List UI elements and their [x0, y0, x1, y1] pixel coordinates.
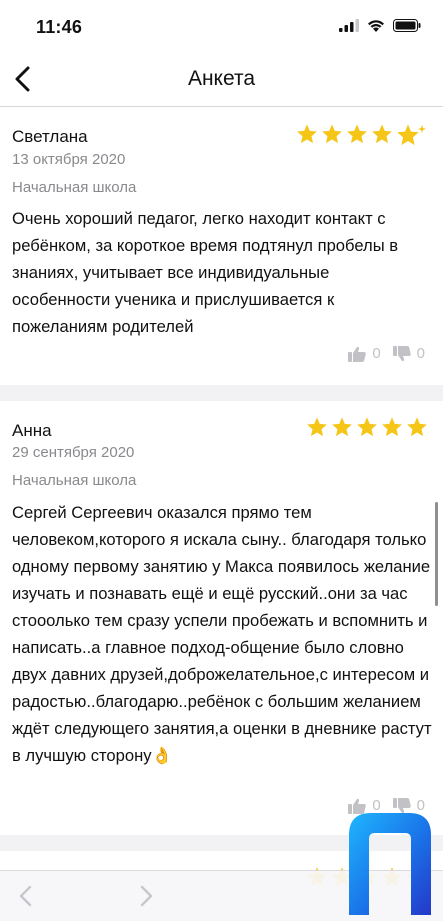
dislike-count: 0	[416, 345, 425, 362]
review-date: 29 сентября 2020	[12, 444, 135, 461]
page-title: Анкета	[187, 67, 256, 90]
status-icons	[339, 19, 421, 32]
status-bar: 11:46	[0, 0, 443, 56]
brand-logo-icon	[349, 813, 431, 915]
like-count: 0	[372, 345, 381, 362]
dislike-button[interactable]: 0	[392, 345, 425, 362]
review-votes: 0 0	[336, 345, 425, 362]
review-card: Анна 29 сентября 2020 Начальная школа Се…	[0, 401, 443, 835]
star-icon	[382, 417, 402, 437]
star-icon	[307, 417, 327, 437]
star-icon	[357, 417, 377, 437]
navigation-bar: Анкета	[0, 56, 443, 107]
battery-icon	[393, 19, 421, 32]
review-text: Сергей Сергеевич оказался прямо тем чело…	[12, 503, 432, 765]
rating-stars	[306, 416, 428, 438]
wifi-icon	[368, 20, 384, 32]
review-author: Анна	[12, 421, 52, 440]
like-button[interactable]: 0	[348, 345, 381, 362]
star-icon	[332, 417, 352, 437]
star-icon	[407, 417, 427, 437]
status-time: 11:46	[36, 17, 83, 37]
star-icon	[297, 124, 317, 144]
cellular-signal-icon	[339, 19, 359, 32]
review-date: 13 октября 2020	[12, 151, 126, 168]
review-category: Начальная школа	[12, 472, 137, 489]
review-category: Начальная школа	[12, 179, 137, 196]
star-icon	[372, 124, 392, 144]
star-sparkle-icon	[397, 124, 426, 145]
star-icon	[322, 124, 342, 144]
browser-back-icon[interactable]	[14, 883, 40, 909]
star-icon	[347, 124, 367, 144]
review-author: Светлана	[12, 127, 88, 146]
review-text: Очень хороший педагог, легко находит кон…	[12, 209, 399, 336]
thumbs-up-icon	[348, 346, 367, 362]
scroll-indicator[interactable]	[435, 502, 438, 606]
thumbs-down-icon	[392, 345, 411, 361]
rating-stars	[296, 123, 426, 147]
review-card: Светлана 13 октября 2020 Начальная школа…	[0, 107, 443, 385]
browser-forward-icon[interactable]	[132, 883, 158, 909]
